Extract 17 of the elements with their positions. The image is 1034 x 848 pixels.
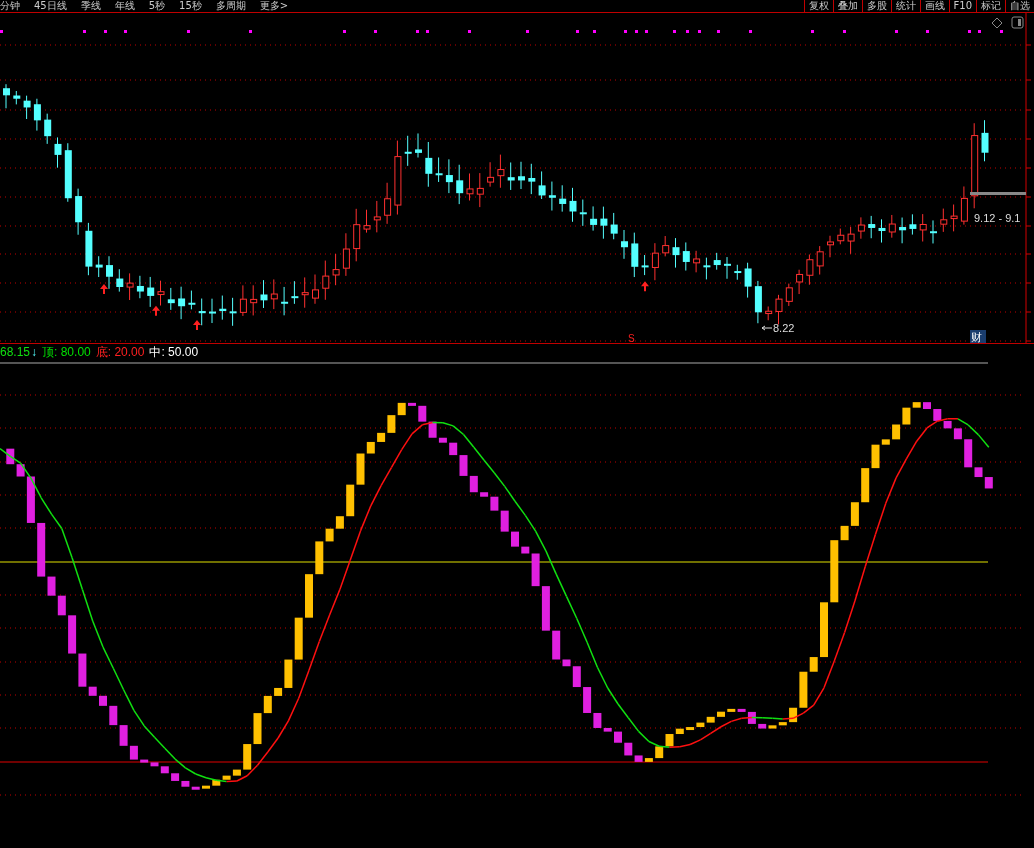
period-tab[interactable]: 季线 [80, 0, 101, 12]
period-tab[interactable]: 15秒 [179, 0, 202, 12]
legend-item: 底: 20.00 [95, 343, 145, 361]
period-tab[interactable]: 更多> [259, 0, 289, 12]
low-price-label: 8.22 [773, 322, 795, 334]
down-arrow-icon: ↓ [31, 345, 38, 359]
finance-badge[interactable]: 财 [971, 331, 982, 343]
period-tab[interactable]: 多周期 [215, 0, 246, 12]
legend-item: 中: 50.00 [149, 343, 199, 361]
legend-item: 顶: 80.00 [42, 343, 91, 361]
period-tab[interactable]: 5秒 [148, 0, 166, 12]
sell-signal-label: S [628, 333, 635, 343]
period-tab[interactable]: 年线 [114, 0, 135, 12]
price-range-label: 9.12 - 9.1 [974, 212, 1021, 224]
period-tab[interactable]: 45日线 [34, 0, 67, 12]
indicator-value: 68.15 [0, 345, 31, 359]
period-tab[interactable]: 分钟 [0, 0, 20, 12]
